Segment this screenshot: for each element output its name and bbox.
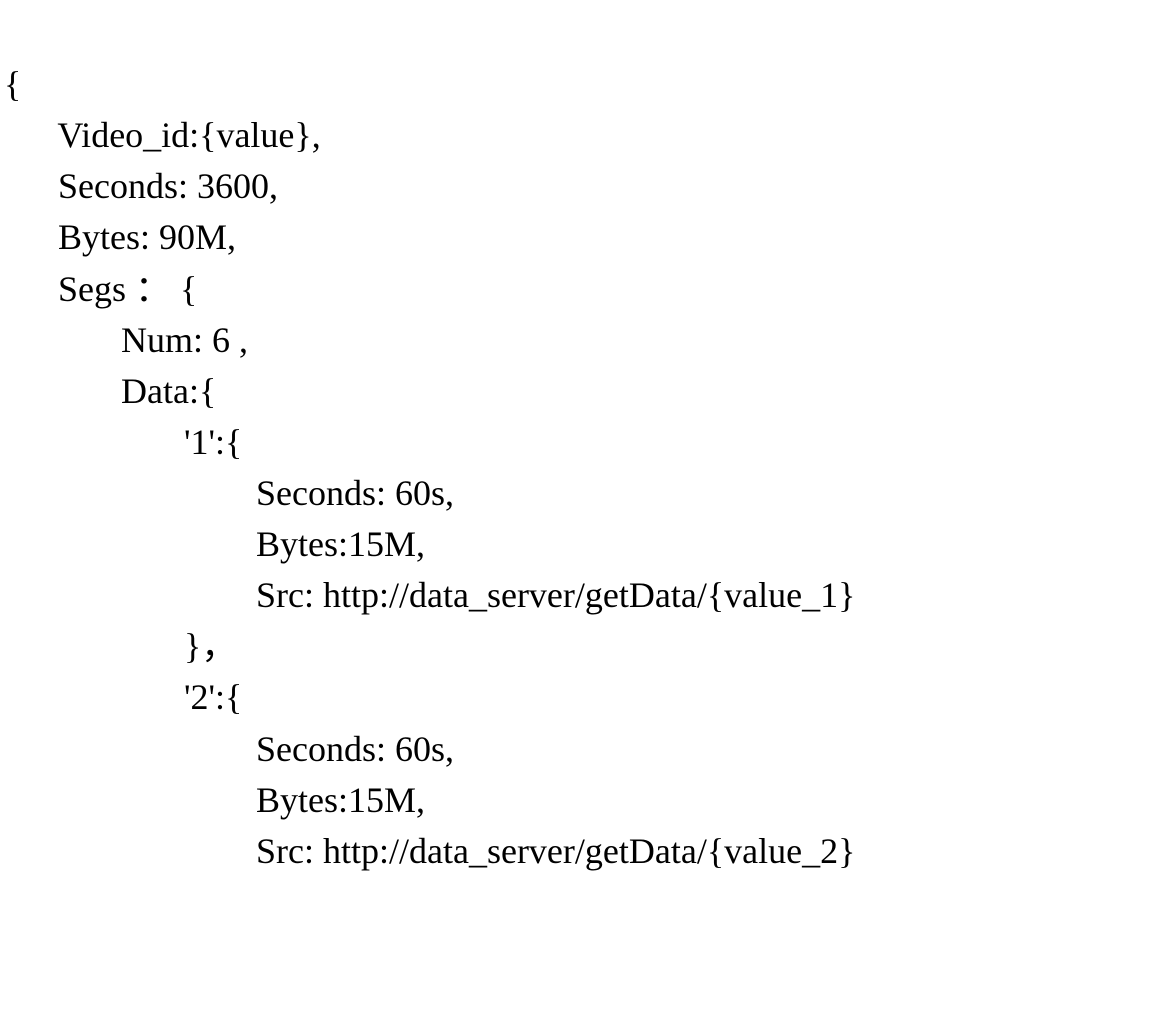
code-line: Segs ： {	[4, 269, 197, 309]
code-line: Bytes:15M,	[4, 780, 425, 820]
code-line: Data:{	[4, 371, 216, 411]
code-line: '1':{	[4, 422, 242, 462]
code-line: Num: 6 ,	[4, 320, 248, 360]
code-line: Bytes:15M,	[4, 524, 425, 564]
code-line: Src: http://data_server/getData/{value_1…	[4, 575, 855, 615]
code-block: { Video_id:{value}, Seconds: 3600, Bytes…	[0, 0, 1171, 877]
code-line: Seconds: 60s,	[4, 729, 454, 769]
code-line: Seconds: 60s,	[4, 473, 454, 513]
code-line: {	[4, 64, 21, 104]
code-line: Bytes: 90M,	[4, 217, 236, 257]
code-line: Src: http://data_server/getData/{value_2…	[4, 831, 855, 871]
code-line: Video_id:{value},	[4, 115, 321, 155]
code-line: '2':{	[4, 677, 242, 717]
code-line: }，	[4, 626, 237, 666]
code-line: Seconds: 3600,	[4, 166, 278, 206]
